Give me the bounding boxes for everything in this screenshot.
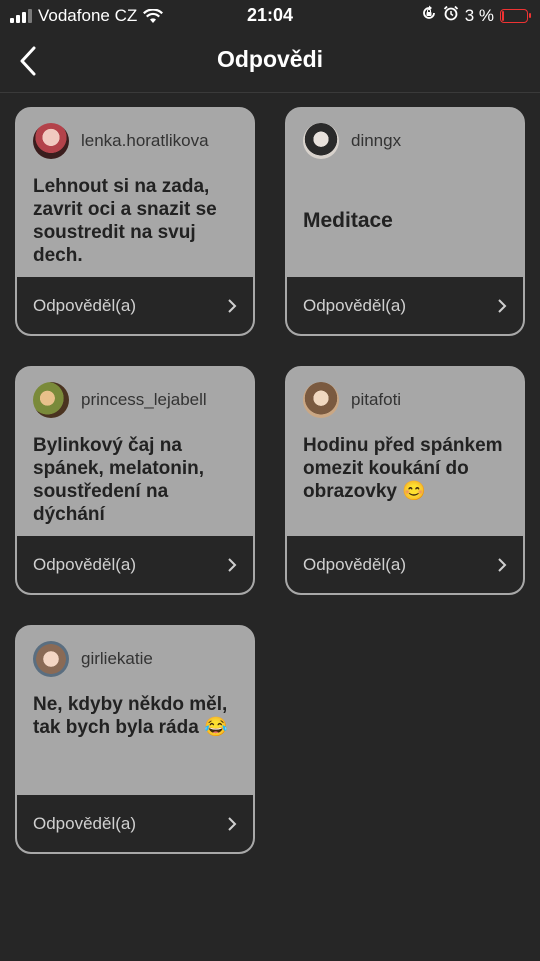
- answer-card[interactable]: girliekatie Ne, kdyby někdo měl, tak byc…: [15, 625, 255, 854]
- avatar: [33, 641, 69, 677]
- status-label: Odpověděl(a): [303, 554, 407, 574]
- card-footer[interactable]: Odpověděl(a): [17, 536, 253, 593]
- chevron-right-icon: [498, 298, 507, 313]
- username: princess_lejabell: [81, 390, 207, 409]
- username: girliekatie: [81, 649, 153, 668]
- card-user: lenka.horatlikova: [33, 123, 209, 159]
- answer-card[interactable]: dinngx Meditace Odpověděl(a): [285, 107, 525, 336]
- card-user: princess_lejabell: [33, 382, 207, 418]
- answer-card[interactable]: lenka.horatlikova Lehnout si na zada, za…: [15, 107, 255, 336]
- status-label: Odpověděl(a): [33, 295, 137, 315]
- avatar: [303, 382, 339, 418]
- card-content: lenka.horatlikova Lehnout si na zada, za…: [17, 109, 253, 279]
- status-label: Odpověděl(a): [303, 295, 407, 315]
- card-content: girliekatie Ne, kdyby někdo měl, tak byc…: [17, 627, 253, 797]
- card-user: girliekatie: [33, 641, 153, 677]
- username: lenka.horatlikova: [81, 131, 209, 150]
- status-label: Odpověděl(a): [33, 554, 137, 574]
- answer-text: Meditace: [303, 209, 393, 232]
- username: dinngx: [351, 131, 402, 150]
- chevron-right-icon: [228, 298, 237, 313]
- status-bar: Vodafone CZ 21:04 3 %: [0, 0, 540, 32]
- card-content: pitafoti Hodinu před spánkem omezit kouk…: [287, 368, 523, 538]
- answer-text: Lehnout si na zada, zavrit oci a snazit …: [33, 176, 217, 266]
- chevron-right-icon: [498, 557, 507, 572]
- chevron-right-icon: [228, 816, 237, 831]
- answer-card[interactable]: princess_lejabell Bylinkový čaj na spáne…: [15, 366, 255, 595]
- card-footer[interactable]: Odpověděl(a): [287, 536, 523, 593]
- avatar: [303, 123, 339, 159]
- card-footer[interactable]: Odpověděl(a): [17, 277, 253, 334]
- answer-card[interactable]: pitafoti Hodinu před spánkem omezit kouk…: [285, 366, 525, 595]
- status-label: Odpověděl(a): [33, 813, 137, 833]
- battery-icon: [500, 8, 531, 23]
- answer-text: Bylinkový čaj na spánek, melatonin, sous…: [33, 435, 205, 525]
- rotation-lock-icon: [421, 5, 437, 26]
- answer-text: Hodinu před spánkem omezit koukání do ob…: [303, 435, 503, 502]
- username: pitafoti: [351, 390, 402, 409]
- card-content: dinngx Meditace: [287, 109, 523, 279]
- card-content: princess_lejabell Bylinkový čaj na spáne…: [17, 368, 253, 538]
- answer-text: Ne, kdyby někdo měl, tak bych byla ráda …: [33, 694, 228, 738]
- avatar: [33, 123, 69, 159]
- battery-percent: 3 %: [464, 5, 494, 25]
- status-bar-right: 3 %: [421, 5, 531, 26]
- alarm-icon: [443, 5, 459, 26]
- nav-header: Odpovědi: [0, 32, 540, 93]
- chevron-right-icon: [228, 557, 237, 572]
- answers-grid: lenka.horatlikova Lehnout si na zada, za…: [15, 107, 525, 854]
- avatar: [33, 382, 69, 418]
- card-user: pitafoti: [303, 382, 401, 418]
- card-user: dinngx: [303, 123, 401, 159]
- card-footer[interactable]: Odpověděl(a): [287, 277, 523, 334]
- page-title: Odpovědi: [216, 46, 324, 72]
- card-footer[interactable]: Odpověděl(a): [17, 795, 253, 852]
